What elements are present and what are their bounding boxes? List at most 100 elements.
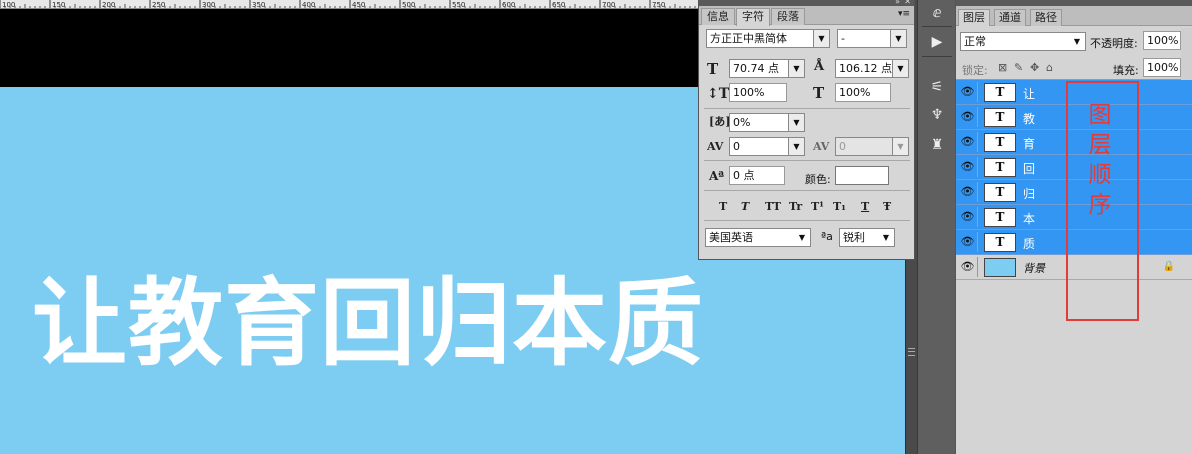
- character-panel: » ✕ 信息 字符 段落 ▾≡ 方正正中黑简体 ▼ - ▼ T 70.74 点 …: [698, 0, 915, 260]
- lock-icon: 🔒: [1162, 261, 1175, 272]
- text-color-swatch[interactable]: [835, 166, 889, 185]
- all-caps-button[interactable]: TT: [765, 200, 781, 213]
- ruler-label: 750: [652, 1, 665, 9]
- font-size-field[interactable]: 70.74 点 ▼: [729, 59, 805, 78]
- visibility-eye-icon[interactable]: 👁: [958, 157, 978, 177]
- layers-panel-tabs: 图层 通道 路径: [956, 6, 1192, 26]
- ruler-label: 500: [402, 1, 415, 9]
- chevron-down-icon: ▼: [813, 30, 829, 47]
- visibility-eye-icon[interactable]: 👁: [958, 257, 978, 277]
- font-size-icon: T: [707, 60, 719, 78]
- divider: [704, 220, 910, 221]
- chevron-down-icon: ▼: [788, 138, 804, 155]
- leading-field[interactable]: 106.12 点 ▼: [835, 59, 909, 78]
- tab-channels[interactable]: 通道: [994, 9, 1026, 26]
- tab-paragraph[interactable]: 段落: [771, 8, 805, 25]
- visibility-eye-icon[interactable]: 👁: [958, 107, 978, 127]
- text-layer-thumbnail: T: [984, 233, 1016, 252]
- text-layer-thumbnail: T: [984, 133, 1016, 152]
- tab-character[interactable]: 字符: [736, 8, 770, 26]
- ruler-label: 650: [552, 1, 565, 9]
- chevron-down-icon: ▼: [892, 60, 908, 77]
- opacity-field[interactable]: 100%: [1143, 31, 1181, 50]
- faux-bold-button[interactable]: T: [719, 200, 727, 213]
- tool-presets-icon[interactable]: ♆: [927, 106, 947, 124]
- panel-menu-icon[interactable]: ▾≡: [898, 9, 910, 19]
- layer-name[interactable]: 本: [1023, 210, 1035, 227]
- visibility-eye-icon[interactable]: 👁: [958, 182, 978, 202]
- color-label: 颜色:: [805, 173, 831, 186]
- text-layer-thumbnail: T: [984, 158, 1016, 177]
- baseline-shift-icon: Aª: [709, 169, 725, 183]
- lock-row: 锁定: ⊠ ✎ ✥ ⌂ 填充: 100%: [956, 56, 1192, 80]
- lock-transparent-icon[interactable]: ⊠: [998, 61, 1007, 74]
- actions-play-icon[interactable]: ▶: [927, 33, 947, 51]
- layer-name[interactable]: 教: [1023, 110, 1035, 127]
- strikethrough-button[interactable]: Ŧ: [883, 200, 891, 213]
- font-style-select[interactable]: - ▼: [837, 29, 907, 48]
- language-value: 美国英语: [709, 231, 753, 244]
- visibility-eye-icon[interactable]: 👁: [958, 207, 978, 227]
- layer-name[interactable]: 背景: [1023, 260, 1045, 276]
- horizontal-scale-field[interactable]: 100%: [835, 83, 891, 102]
- layer-name[interactable]: 育: [1023, 135, 1035, 152]
- tsume-field[interactable]: 0% ▼: [729, 113, 805, 132]
- horizontal-scale-icon: T: [813, 84, 825, 102]
- history-icon[interactable]: ⅇ: [927, 4, 947, 22]
- superscript-button[interactable]: T¹: [811, 200, 824, 213]
- antialias-select[interactable]: 锐利 ▼: [839, 228, 895, 247]
- opacity-label: 不透明度:: [1090, 37, 1138, 50]
- fill-field[interactable]: 100%: [1143, 58, 1181, 77]
- background-layer-thumbnail: [984, 258, 1016, 277]
- visibility-eye-icon[interactable]: 👁: [958, 82, 978, 102]
- blend-row: 正常 ▼ 不透明度: 100%: [956, 28, 1192, 54]
- small-caps-button[interactable]: Tr: [789, 200, 802, 213]
- layer-name[interactable]: 归: [1023, 185, 1035, 202]
- baseline-shift-field[interactable]: 0 点: [729, 166, 785, 185]
- text-layer-thumbnail: T: [984, 83, 1016, 102]
- visibility-eye-icon[interactable]: 👁: [958, 232, 978, 252]
- antialias-icon: ªa: [821, 230, 833, 243]
- text-layer-thumbnail: T: [984, 208, 1016, 227]
- vertical-scale-icon: ↕T: [707, 86, 730, 102]
- ruler-label: 550: [452, 1, 465, 9]
- font-family-select[interactable]: 方正正中黑简体 ▼: [706, 29, 830, 48]
- ruler-label: 450: [352, 1, 365, 9]
- faux-italic-button[interactable]: T: [741, 200, 749, 213]
- vertical-scale-field[interactable]: 100%: [729, 83, 787, 102]
- chevron-down-icon: ▼: [892, 138, 908, 155]
- tab-paths[interactable]: 路径: [1030, 9, 1062, 26]
- blend-mode-value: 正常: [964, 35, 986, 48]
- tracking-field[interactable]: 0 ▼: [835, 137, 909, 156]
- horizontal-ruler: 100 150 200 250 300 350 400 450 500 550 600 650 700 7…: [0, 0, 700, 9]
- font-size-value: 70.74 点: [733, 62, 779, 75]
- ruler-label: 600: [502, 1, 515, 9]
- chevron-down-icon: ▼: [1069, 33, 1085, 50]
- panel-side-scrollbar[interactable]: [1181, 28, 1192, 80]
- layer-name[interactable]: 质: [1023, 235, 1035, 252]
- brush-presets-icon[interactable]: ⚟: [927, 78, 947, 96]
- kerning-field[interactable]: 0 ▼: [729, 137, 805, 156]
- lock-position-icon[interactable]: ✥: [1030, 61, 1039, 74]
- chevron-down-icon: ▼: [878, 229, 894, 246]
- lock-image-icon[interactable]: ✎: [1014, 61, 1023, 74]
- chevron-down-icon: ▼: [794, 229, 810, 246]
- tab-layers[interactable]: 图层: [958, 9, 990, 26]
- layer-name[interactable]: 回: [1023, 160, 1035, 177]
- tab-info[interactable]: 信息: [701, 8, 735, 25]
- subscript-button[interactable]: T₁: [833, 200, 846, 213]
- visibility-eye-icon[interactable]: 👁: [958, 132, 978, 152]
- lock-all-icon[interactable]: ⌂: [1046, 61, 1053, 74]
- character-panel-tabs: 信息 字符 段落 ▾≡: [699, 6, 914, 26]
- clone-source-icon[interactable]: ♜: [927, 136, 947, 154]
- divider: [922, 56, 952, 57]
- tracking-icon: AV: [813, 140, 830, 153]
- tracking-value: 0: [839, 140, 846, 153]
- blend-mode-select[interactable]: 正常 ▼: [960, 32, 1086, 51]
- scrollbar-grip[interactable]: [908, 348, 915, 356]
- kerning-value: 0: [733, 140, 740, 153]
- layer-name[interactable]: 让: [1023, 85, 1035, 102]
- language-select[interactable]: 美国英语 ▼: [705, 228, 811, 247]
- canvas-headline-text[interactable]: 让教育回归本质: [32, 277, 704, 372]
- underline-button[interactable]: T: [861, 200, 869, 213]
